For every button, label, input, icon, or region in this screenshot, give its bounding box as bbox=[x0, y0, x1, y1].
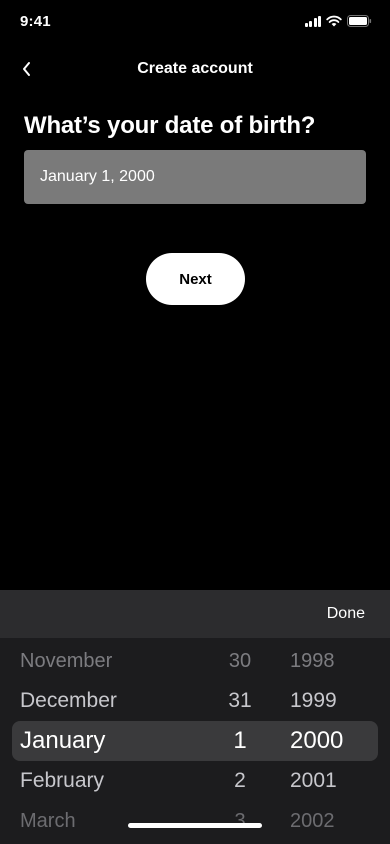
date-of-birth-field[interactable]: January 1, 2000 bbox=[24, 150, 366, 204]
picker-month-selected[interactable]: January bbox=[20, 721, 105, 761]
picker-month[interactable]: March bbox=[20, 801, 76, 841]
page-title: Create account bbox=[137, 60, 253, 77]
picker-year[interactable]: 2002 bbox=[290, 801, 335, 841]
status-icons bbox=[304, 15, 373, 27]
picker-year-selected[interactable]: 2000 bbox=[290, 721, 343, 761]
picker-row[interactable]: December 31 1999 bbox=[0, 681, 390, 721]
picker-row-selected[interactable]: January 1 2000 bbox=[0, 721, 390, 761]
picker-month[interactable]: December bbox=[20, 681, 117, 721]
wifi-icon bbox=[326, 15, 342, 27]
status-bar: 9:41 bbox=[0, 0, 390, 44]
picker-day[interactable]: 30 bbox=[200, 641, 280, 681]
picker-year[interactable]: 2001 bbox=[290, 761, 337, 801]
picker-row[interactable]: March 3 2002 bbox=[0, 801, 390, 841]
navigation-bar: Create account bbox=[0, 50, 390, 88]
date-of-birth-value: January 1, 2000 bbox=[40, 168, 155, 185]
picker-day[interactable]: 3 bbox=[200, 801, 280, 841]
home-indicator[interactable] bbox=[128, 823, 262, 828]
next-button[interactable]: Next bbox=[146, 253, 245, 305]
picker-year[interactable]: 1999 bbox=[290, 681, 337, 721]
question-heading: What’s your date of birth? bbox=[24, 112, 316, 139]
picker-day[interactable]: 2 bbox=[200, 761, 280, 801]
picker-year[interactable]: 1998 bbox=[290, 641, 335, 681]
battery-icon bbox=[347, 15, 372, 27]
picker-day[interactable]: 31 bbox=[200, 681, 280, 721]
picker-row[interactable]: November 30 1998 bbox=[0, 641, 390, 681]
picker-day-selected[interactable]: 1 bbox=[200, 721, 280, 761]
picker-row[interactable]: February 2 2001 bbox=[0, 761, 390, 801]
done-button[interactable]: Done bbox=[327, 605, 365, 623]
status-time: 9:41 bbox=[20, 13, 51, 30]
signal-icon bbox=[304, 15, 321, 27]
picker-month[interactable]: February bbox=[20, 761, 104, 801]
picker-toolbar: Done bbox=[0, 590, 390, 638]
picker-month[interactable]: November bbox=[20, 641, 112, 681]
date-picker[interactable]: November 30 1998 December 31 1999 Januar… bbox=[0, 638, 390, 844]
